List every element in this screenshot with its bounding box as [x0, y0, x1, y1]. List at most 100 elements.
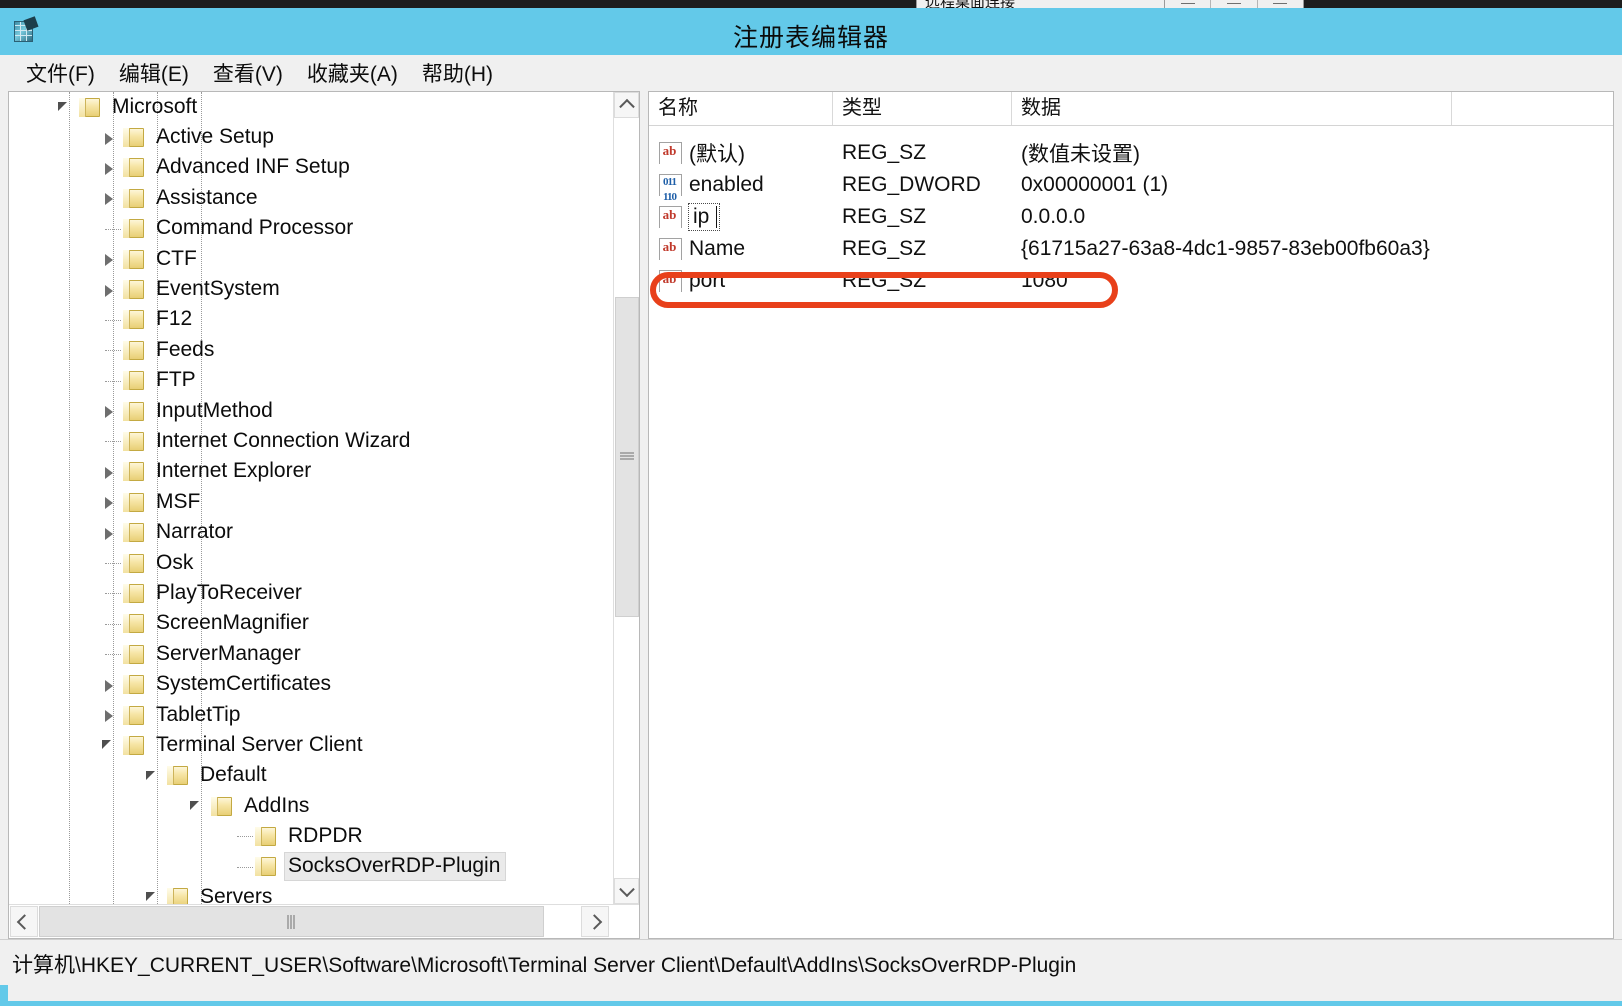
- tree-node[interactable]: RDPDR: [9, 821, 614, 851]
- expand-triangle-icon[interactable]: [99, 275, 121, 305]
- expand-triangle-icon[interactable]: [99, 183, 121, 213]
- window-title: 注册表编辑器: [732, 24, 889, 52]
- tree-node[interactable]: Terminal Server Client: [9, 730, 614, 760]
- value-row[interactable]: 011 110 enabled REG_DWORD 0x00000001 (1): [649, 169, 1613, 203]
- menu-file[interactable]: 文件(F): [14, 56, 107, 90]
- tree-vertical-scrollbar[interactable]: [613, 92, 639, 904]
- tree-node[interactable]: AddIns: [9, 791, 614, 821]
- horizontal-scroll-thumb[interactable]: [39, 906, 544, 937]
- tree-node[interactable]: TabletTip: [9, 700, 614, 730]
- expand-triangle-icon[interactable]: [99, 670, 121, 700]
- tree-node[interactable]: SystemCertificates: [9, 669, 614, 699]
- vertical-scroll-thumb[interactable]: [615, 297, 639, 617]
- expand-triangle-icon[interactable]: [99, 244, 121, 274]
- tree-node[interactable]: F12: [9, 305, 614, 335]
- scroll-grip-icon: [620, 452, 634, 462]
- tree-node[interactable]: SocksOverRDP-Plugin: [9, 852, 614, 882]
- tree-node-label: EventSystem: [156, 277, 280, 301]
- expand-triangle-icon[interactable]: [99, 700, 121, 730]
- folder-icon: [121, 369, 147, 392]
- folder-icon: [121, 460, 147, 483]
- folder-icon: [121, 491, 147, 514]
- folder-icon: [77, 96, 103, 119]
- column-header-data[interactable]: 数据: [1012, 92, 1452, 125]
- tree-node[interactable]: Command Processor: [9, 214, 614, 244]
- expand-triangle-icon[interactable]: [99, 123, 121, 153]
- expand-triangle-icon[interactable]: [99, 487, 121, 517]
- tree-node[interactable]: Default: [9, 761, 614, 791]
- title-bar[interactable]: 注册表编辑器: [0, 8, 1622, 56]
- tree-node[interactable]: Narrator: [9, 517, 614, 547]
- tree-node[interactable]: Internet Connection Wizard: [9, 426, 614, 456]
- expand-triangle-icon[interactable]: [99, 518, 121, 548]
- value-name-cell[interactable]: ab Name: [649, 237, 833, 261]
- tree-node[interactable]: PlayToReceiver: [9, 578, 614, 608]
- value-name-cell[interactable]: ab ip: [649, 203, 833, 231]
- collapse-triangle-icon[interactable]: [55, 92, 77, 122]
- scrollbar-corner: [610, 905, 639, 938]
- tree-node-label: Servers: [200, 884, 273, 904]
- folder-icon: [121, 126, 147, 149]
- tree-node[interactable]: Servers: [9, 882, 614, 904]
- value-name-cell[interactable]: ab port: [649, 269, 833, 293]
- collapse-triangle-icon[interactable]: [99, 730, 121, 760]
- values-column-header[interactable]: 名称 类型 数据: [649, 92, 1613, 126]
- tree-connector-line: [105, 319, 121, 321]
- value-row[interactable]: ab (默认) REG_SZ (数值未设置): [649, 137, 1613, 169]
- menu-bar[interactable]: 文件(F) 编辑(E) 查看(V) 收藏夹(A) 帮助(H): [0, 55, 1622, 91]
- tree-node[interactable]: Active Setup: [9, 122, 614, 152]
- column-header-name[interactable]: 名称: [649, 92, 833, 125]
- tree-node[interactable]: ServerManager: [9, 639, 614, 669]
- value-name-edit-focus[interactable]: ip: [687, 203, 721, 231]
- tree-node-label: ServerManager: [156, 641, 301, 665]
- value-row[interactable]: ab port REG_SZ 1080: [649, 265, 1613, 297]
- tree-node-label: AddIns: [244, 793, 310, 817]
- menu-edit[interactable]: 编辑(E): [107, 56, 201, 90]
- tree-connector-line: [105, 350, 121, 352]
- registry-key-tree[interactable]: Microsoft Active Setup Advanced INF Setup A…: [8, 91, 640, 939]
- tree-node[interactable]: FTP: [9, 366, 614, 396]
- expand-triangle-icon[interactable]: [99, 396, 121, 426]
- menu-view[interactable]: 查看(V): [201, 56, 295, 90]
- scroll-left-button[interactable]: [10, 906, 38, 937]
- menu-favorites[interactable]: 收藏夹(A): [295, 56, 410, 90]
- window-bottom-edge: [0, 1001, 1622, 1006]
- tree-node[interactable]: Osk: [9, 548, 614, 578]
- dword-value-icon: 011 110: [658, 174, 682, 203]
- value-name-label: ip: [693, 205, 710, 228]
- tree-node[interactable]: InputMethod: [9, 396, 614, 426]
- tree-node[interactable]: Internet Explorer: [9, 457, 614, 487]
- value-row[interactable]: ab ip REG_SZ 0.0.0.0: [649, 201, 1613, 233]
- expand-triangle-icon[interactable]: [99, 457, 121, 487]
- collapse-triangle-icon[interactable]: [187, 791, 209, 821]
- tree-node[interactable]: ScreenMagnifier: [9, 609, 614, 639]
- tree-node[interactable]: Microsoft: [9, 92, 614, 122]
- value-name-cell[interactable]: 011 110 enabled: [649, 173, 833, 203]
- chevron-right-icon: [586, 913, 603, 930]
- menu-help[interactable]: 帮助(H): [410, 56, 505, 90]
- tree-node[interactable]: CTF: [9, 244, 614, 274]
- status-bar: 计算机\HKEY_CURRENT_USER\Software\Microsoft…: [0, 939, 1622, 985]
- tree-node-label: Osk: [156, 550, 194, 574]
- scroll-up-button[interactable]: [614, 92, 639, 118]
- value-name-label: (默认): [689, 143, 745, 166]
- scroll-right-button[interactable]: [581, 906, 609, 937]
- tree-node-label: Assistance: [156, 185, 258, 209]
- collapse-triangle-icon[interactable]: [143, 761, 165, 791]
- tree-node[interactable]: Assistance: [9, 183, 614, 213]
- status-bar-path: 计算机\HKEY_CURRENT_USER\Software\Microsoft…: [12, 954, 1077, 977]
- column-header-type[interactable]: 类型: [833, 92, 1012, 125]
- value-row[interactable]: ab Name REG_SZ {61715a27-63a8-4dc1-9857-83e…: [649, 233, 1613, 265]
- expand-triangle-icon[interactable]: [99, 153, 121, 183]
- tree-node[interactable]: EventSystem: [9, 274, 614, 304]
- tree-node-label: RDPDR: [288, 824, 363, 848]
- folder-icon: [253, 825, 279, 848]
- tree-node[interactable]: Feeds: [9, 335, 614, 365]
- tree-horizontal-scrollbar[interactable]: [9, 904, 639, 938]
- tree-node[interactable]: Advanced INF Setup: [9, 153, 614, 183]
- collapse-triangle-icon[interactable]: [143, 882, 165, 904]
- scroll-down-button[interactable]: [614, 878, 639, 904]
- tree-node[interactable]: MSF: [9, 487, 614, 517]
- value-name-cell[interactable]: ab (默认): [649, 138, 833, 168]
- registry-values-list[interactable]: 名称 类型 数据 ab (默认) REG_SZ (数值未设置) 011 110 enable…: [648, 91, 1614, 939]
